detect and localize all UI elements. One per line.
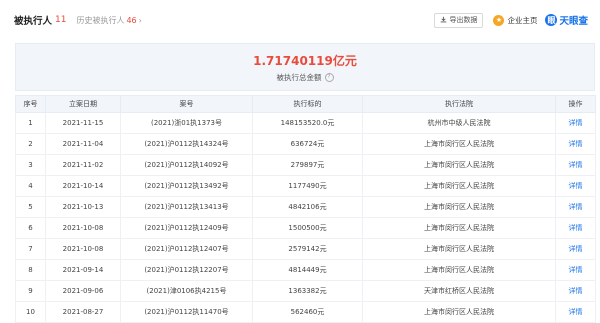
title-count: 11 [55,15,67,25]
table-row: 2 2021-11-04 (2021)沪0112执14324号 636724元 上海市闵… [15,133,596,155]
cell-court: 上海市闵行区人民法院 [362,133,556,155]
cell-date: 2021-10-08 [45,217,121,239]
detail-link[interactable]: 详情 [555,154,596,176]
cell-no: 6 [15,217,46,239]
cell-court: 上海市闵行区人民法院 [362,175,556,197]
help-icon[interactable]: ? [324,72,334,82]
table-row: 8 2021-09-14 (2021)沪0112执12207号 4814449元 上海市… [15,259,596,281]
company-home-link[interactable]: 企业主页 [507,15,537,26]
cell-amount: 4842106元 [252,196,363,218]
cell-no: 4 [15,175,46,197]
cell-date: 2021-10-14 [45,175,121,197]
cell-amount: 279897元 [252,154,363,176]
cell-no: 1 [15,112,46,134]
detail-link[interactable]: 详情 [555,112,596,134]
cell-date: 2021-10-13 [45,196,121,218]
detail-link[interactable]: 详情 [555,217,596,239]
cell-case-number: (2021)沪0112执12407号 [120,238,253,260]
section-header: 被执行人 11 历史被执行人 46 › 导出数据 ★ 企业主页 眼 天眼查 [0,0,600,40]
detail-link[interactable]: 详情 [555,238,596,260]
total-label-row: 被执行总金额 ? [277,72,334,83]
cell-date: 2021-11-04 [45,133,121,155]
total-amount: 1.71740119亿元 [253,53,357,68]
table-row: 4 2021-10-14 (2021)沪0112执13492号 1177490元 上海市… [15,175,596,197]
cell-amount: 562460元 [252,301,363,323]
detail-link[interactable]: 详情 [555,280,596,302]
cell-date: 2021-11-02 [45,154,121,176]
cell-court: 杭州市中级人民法院 [362,112,556,134]
cell-amount: 1363382元 [252,280,363,302]
col-header-date: 立案日期 [45,95,121,113]
cell-amount: 1500500元 [252,217,363,239]
export-button[interactable]: 导出数据 [434,12,484,28]
cell-court: 上海市闵行区人民法院 [362,154,556,176]
cell-case-number: (2021)津0106执4215号 [120,280,253,302]
cell-case-number: (2021)沪0112执12207号 [120,259,253,281]
cell-case-number: (2021)沪0112执14092号 [120,154,253,176]
cell-case-number: (2021)沪0112执13492号 [120,175,253,197]
cell-case-number: (2021)浙01执1373号 [120,112,253,134]
cell-amount: 4814449元 [252,259,363,281]
cell-court: 上海市闵行区人民法院 [362,301,556,323]
col-header-no: 序号 [15,95,46,113]
history-count[interactable]: 46 [126,16,136,25]
history-link[interactable]: 历史被执行人 [76,15,124,26]
detail-link[interactable]: 详情 [555,196,596,218]
detail-link[interactable]: 详情 [555,301,596,323]
col-header-case: 案号 [120,95,253,113]
table-header-row: 序号 立案日期 案号 执行标的 执行法院 操作 [15,95,596,113]
cell-no: 3 [15,154,46,176]
logo-text: 天眼查 [559,16,588,27]
detail-link[interactable]: 详情 [555,259,596,281]
col-header-amount: 执行标的 [252,95,363,113]
cell-date: 2021-09-14 [45,259,121,281]
cell-no: 10 [15,301,46,323]
cell-case-number: (2021)沪0112执12409号 [120,217,253,239]
cell-amount: 2579142元 [252,238,363,260]
cell-date: 2021-10-08 [45,238,121,260]
execution-table: 序号 立案日期 案号 执行标的 执行法院 操作 1 2021-11-15 (2021… [15,95,596,323]
cell-no: 5 [15,196,46,218]
total-label: 被执行总金额 [276,72,322,82]
table-row: 5 2021-10-13 (2021)沪0112执13413号 4842106元 上海市… [15,196,596,218]
cell-court: 天津市红桥区人民法院 [362,280,556,302]
cell-amount: 636724元 [252,133,363,155]
export-label: 导出数据 [449,16,478,24]
company-home-icon[interactable]: ★ [493,14,505,26]
cell-amount: 148153520.0元 [252,112,363,134]
cell-court: 上海市闵行区人民法院 [362,259,556,281]
table-body: 1 2021-11-15 (2021)浙01执1373号 148153520.0元 杭州… [15,112,596,323]
logo-icon: 眼 [545,14,558,26]
cell-no: 9 [15,280,46,302]
section-title: 被执行人 [14,16,53,27]
cell-no: 8 [15,259,46,281]
chevron-right-icon[interactable]: › [139,16,142,25]
col-header-court: 执行法院 [362,95,556,113]
cell-court: 上海市闵行区人民法院 [362,196,556,218]
table-row: 3 2021-11-02 (2021)沪0112执14092号 279897元 上海市闵… [15,154,596,176]
col-header-action: 操作 [555,95,596,113]
table-row: 7 2021-10-08 (2021)沪0112执12407号 2579142元 上海市… [15,238,596,260]
cell-date: 2021-11-15 [45,112,121,134]
cell-case-number: (2021)沪0112执13413号 [120,196,253,218]
table-row: 1 2021-11-15 (2021)浙01执1373号 148153520.0元 杭州… [15,112,596,134]
detail-link[interactable]: 详情 [555,175,596,197]
cell-court: 上海市闵行区人民法院 [362,217,556,239]
table-row: 6 2021-10-08 (2021)沪0112执12409号 1500500元 上海市… [15,217,596,239]
summary-panel: 1.71740119亿元 被执行总金额 ? [15,43,595,91]
table-row: 10 2021-08-27 (2021)沪0112执11470号 562460元 上海市… [15,301,596,323]
cell-court: 上海市闵行区人民法院 [362,238,556,260]
cell-case-number: (2021)沪0112执11470号 [120,301,253,323]
download-icon [440,16,447,25]
table-row: 9 2021-09-06 (2021)津0106执4215号 1363382元 天津市红… [15,280,596,302]
cell-no: 2 [15,133,46,155]
cell-date: 2021-08-27 [45,301,121,323]
cell-no: 7 [15,238,46,260]
cell-case-number: (2021)沪0112执14324号 [120,133,253,155]
detail-link[interactable]: 详情 [555,133,596,155]
cell-amount: 1177490元 [252,175,363,197]
cell-date: 2021-09-06 [45,280,121,302]
